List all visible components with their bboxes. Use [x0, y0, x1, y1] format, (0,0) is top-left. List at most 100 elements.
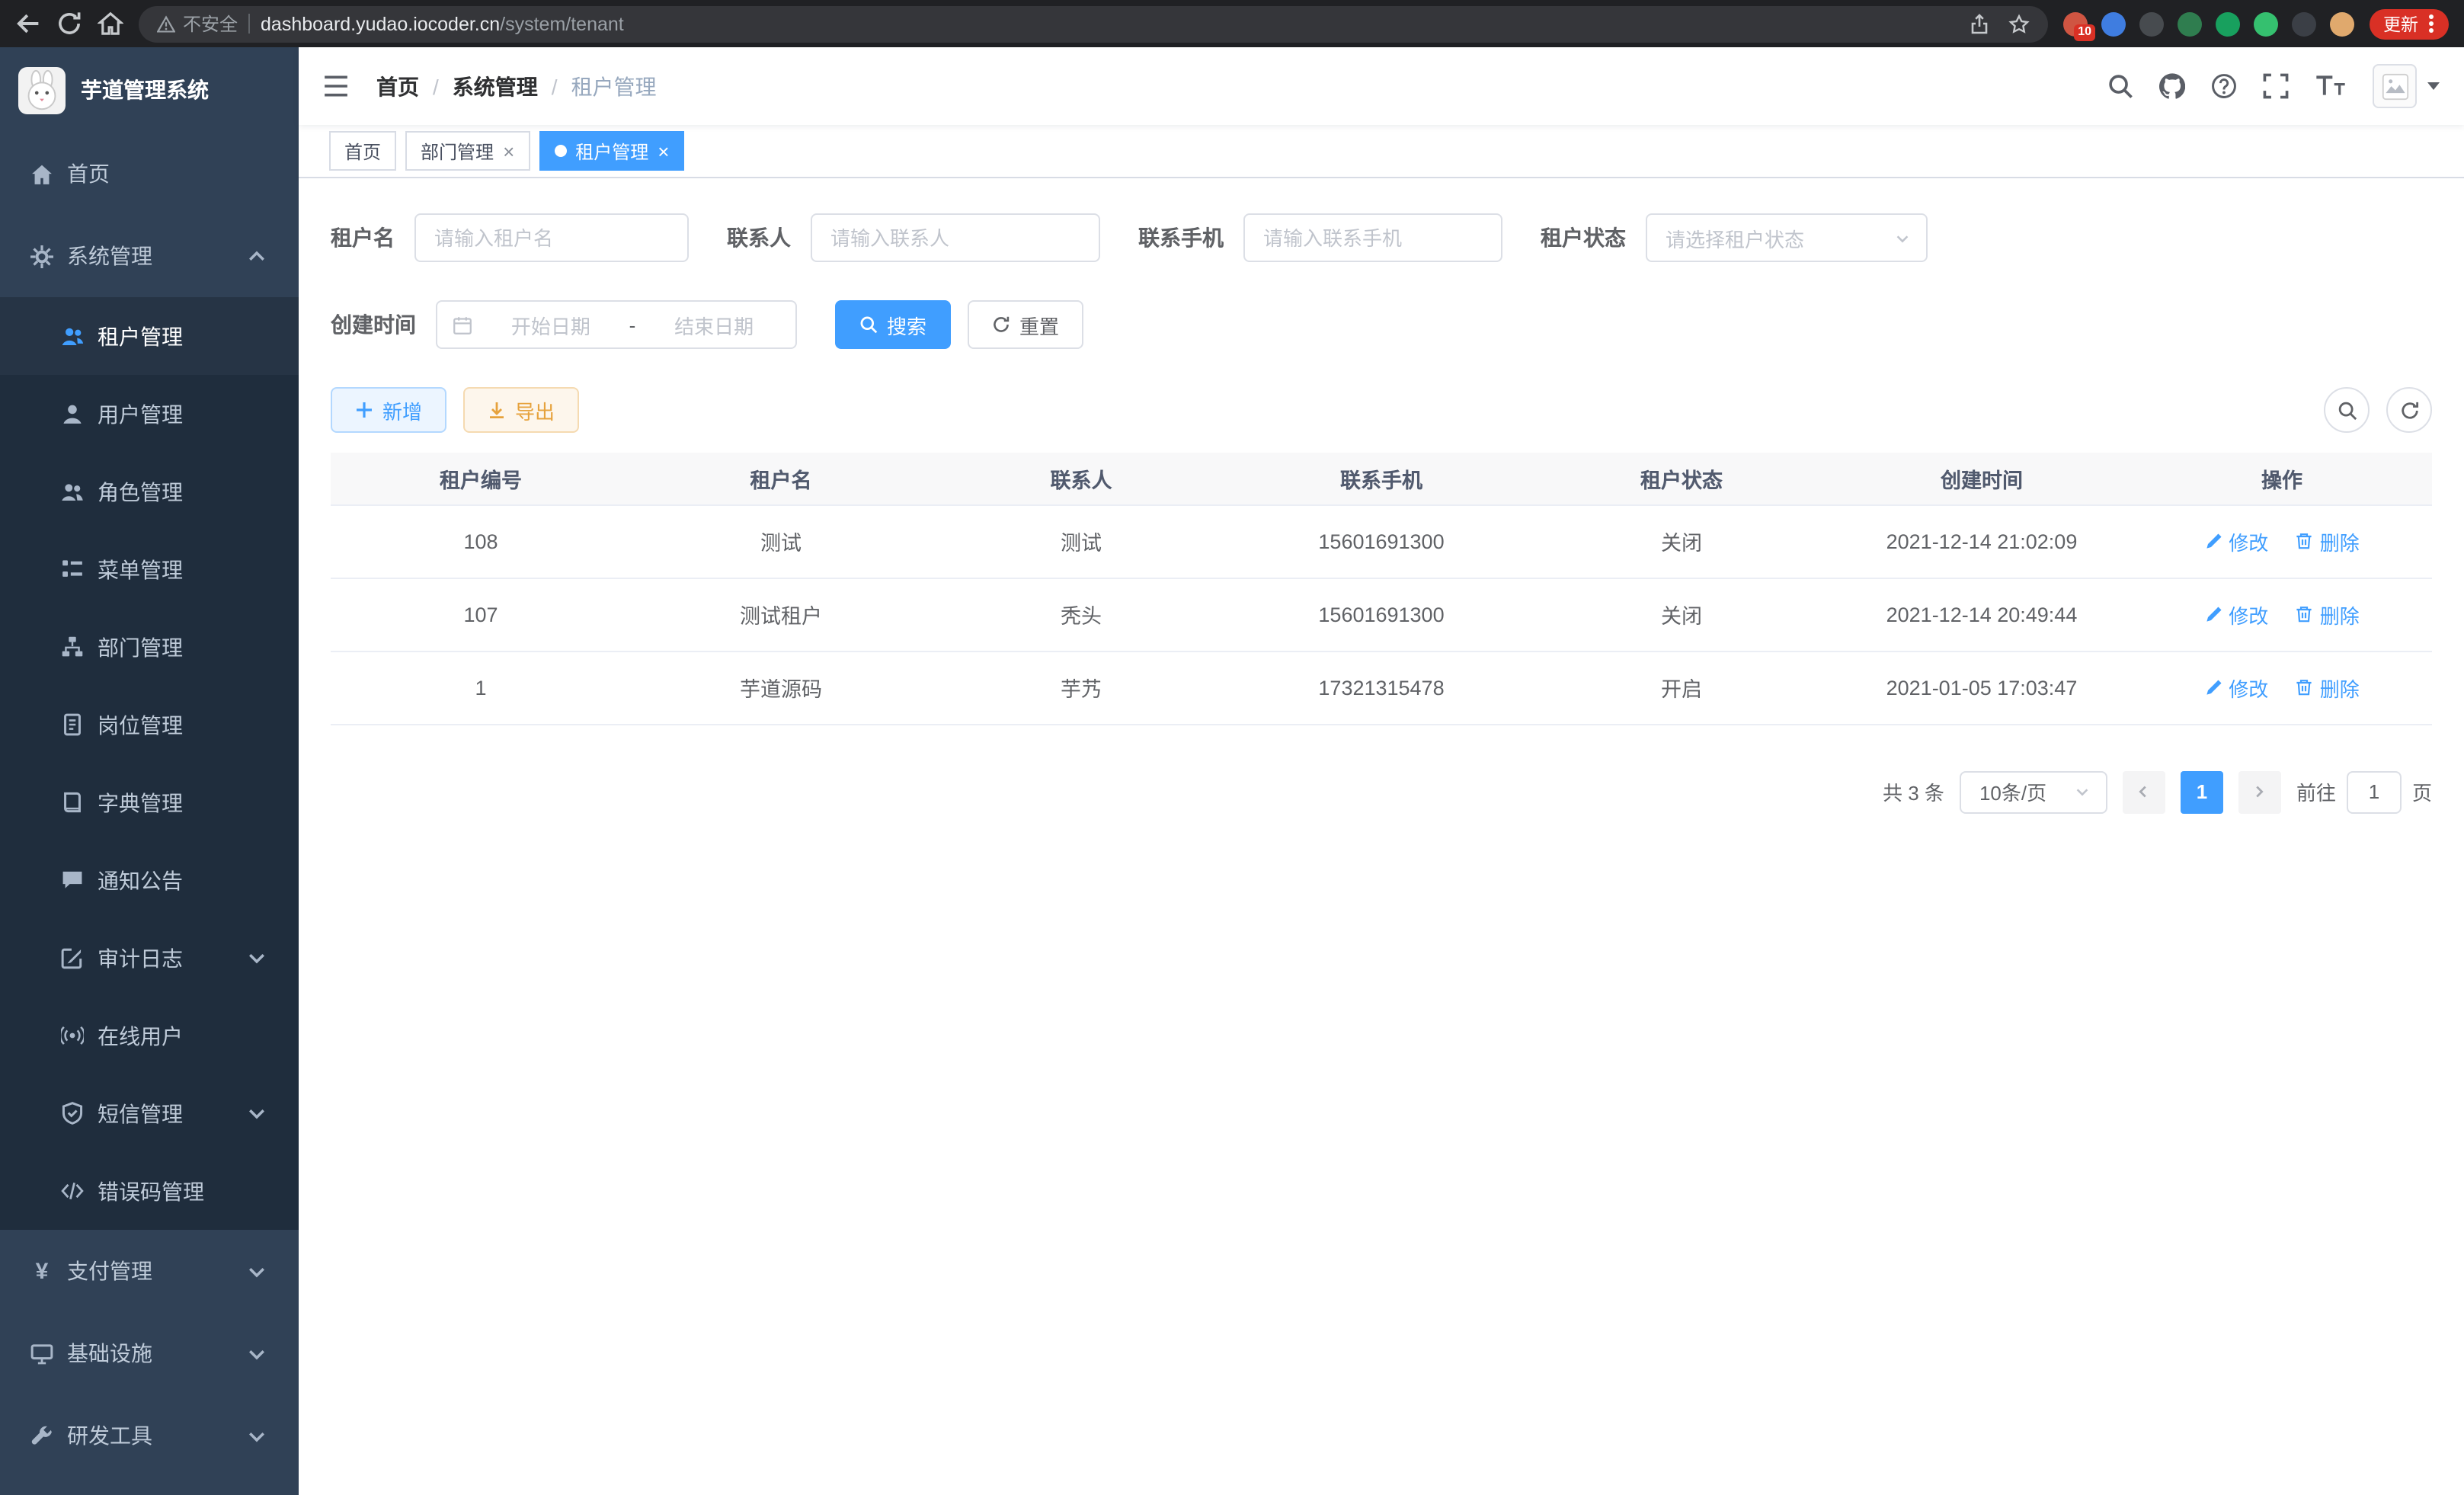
prev-page-button[interactable] — [2123, 770, 2165, 813]
extension-icon-7[interactable] — [2292, 11, 2316, 36]
cell-contact: 测试 — [931, 504, 1231, 578]
mobile-input[interactable] — [1243, 213, 1502, 262]
chrome-update-button[interactable]: 更新 — [2370, 8, 2449, 39]
tag-tenant[interactable]: 租户管理 × — [539, 131, 684, 171]
delete-button[interactable]: 删除 — [2296, 527, 2360, 555]
breadcrumb-home[interactable]: 首页 — [376, 71, 419, 101]
search-icon — [859, 315, 878, 334]
search-button[interactable]: 搜索 — [835, 300, 951, 349]
edit-icon — [2204, 678, 2222, 696]
sidebar-item-devtools[interactable]: 研发工具 — [0, 1394, 299, 1477]
goto-page: 前往 页 — [2296, 770, 2432, 813]
profile-avatar-icon[interactable] — [2330, 11, 2354, 36]
sidebar-item-errorcode[interactable]: 错误码管理 — [0, 1152, 299, 1230]
sidebar-item-dept[interactable]: 部门管理 — [0, 608, 299, 686]
sidebar-item-role[interactable]: 角色管理 — [0, 453, 299, 530]
github-icon[interactable] — [2159, 73, 2185, 99]
sidebar-item-post[interactable]: 岗位管理 — [0, 686, 299, 764]
page-size-select[interactable]: 10条/页 — [1960, 770, 2107, 813]
roles-icon — [61, 480, 84, 503]
chevron-left-icon — [2136, 783, 2152, 800]
tag-dept[interactable]: 部门管理 × — [405, 131, 530, 171]
sidebar-item-system[interactable]: 系统管理 — [0, 215, 299, 297]
help-icon[interactable] — [2211, 73, 2237, 99]
goto-page-input[interactable] — [2347, 770, 2402, 813]
add-button[interactable]: 新增 — [331, 387, 446, 433]
sidebar-item-notice[interactable]: 通知公告 — [0, 841, 299, 919]
field-contact: 联系人 — [727, 213, 1100, 262]
toggle-search-button[interactable] — [2324, 387, 2370, 433]
gear-icon — [30, 245, 53, 267]
extension-icon-2[interactable] — [2101, 11, 2126, 36]
delete-button[interactable]: 删除 — [2296, 673, 2360, 702]
back-icon[interactable] — [15, 11, 41, 37]
edit-button[interactable]: 修改 — [2204, 600, 2268, 629]
sidebar-item-menu[interactable]: 菜单管理 — [0, 530, 299, 608]
refresh-table-button[interactable] — [2386, 387, 2432, 433]
cell-tenant-name: 芋道源码 — [631, 651, 931, 724]
fullscreen-icon[interactable] — [2263, 73, 2289, 99]
reset-button-label: 重置 — [1019, 310, 1059, 339]
column-header-name: 租户名 — [631, 453, 931, 504]
reset-button[interactable]: 重置 — [968, 300, 1083, 349]
sidebar-item-payment[interactable]: ¥ 支付管理 — [0, 1230, 299, 1312]
breadcrumb-system[interactable]: 系统管理 — [453, 71, 538, 101]
cell-tenant-id: 108 — [331, 504, 631, 578]
home-icon[interactable] — [98, 11, 123, 37]
cell-tenant-name: 测试租户 — [631, 578, 931, 651]
bookmark-star-icon[interactable] — [2008, 13, 2030, 34]
book-icon — [61, 791, 84, 814]
extension-icon-5[interactable] — [2216, 11, 2240, 36]
font-size-icon[interactable] — [2315, 73, 2347, 99]
page-number-button[interactable]: 1 — [2181, 770, 2223, 813]
extension-icon-1[interactable]: 10 — [2063, 11, 2088, 36]
url-text[interactable]: dashboard.yudao.iocoder.cn/system/tenant — [261, 13, 1958, 34]
next-page-button[interactable] — [2238, 770, 2281, 813]
sidebar-item-online[interactable]: 在线用户 — [0, 997, 299, 1074]
monitor-icon — [30, 1342, 53, 1365]
viewport: 不安全 dashboard.yudao.iocoder.cn/system/te… — [0, 0, 2464, 1495]
extension-icon-4[interactable] — [2178, 11, 2202, 36]
sidebar-logo[interactable]: 芋道管理系统 — [0, 47, 299, 133]
table-tools — [2324, 387, 2432, 433]
export-button[interactable]: 导出 — [463, 387, 579, 433]
sidebar-item-sms[interactable]: 短信管理 — [0, 1074, 299, 1152]
cell-mobile: 15601691300 — [1231, 578, 1531, 651]
trash-icon — [2296, 605, 2314, 623]
close-icon[interactable]: × — [658, 141, 669, 161]
tenant-status-select[interactable]: 请选择租户状态 — [1646, 213, 1928, 262]
tag-home[interactable]: 首页 — [329, 131, 396, 171]
column-header-created: 创建时间 — [1832, 453, 2132, 504]
browser-menu-icon — [2429, 21, 2434, 26]
security-indicator[interactable]: 不安全 — [157, 11, 238, 37]
edit-button[interactable]: 修改 — [2204, 527, 2268, 555]
sidebar-item-label: 基础设施 — [67, 1338, 152, 1369]
main-area: 首页 / 系统管理 / 租户管理 — [299, 47, 2464, 1495]
add-button-label: 新增 — [382, 395, 422, 424]
sidebar-item-user[interactable]: 用户管理 — [0, 375, 299, 453]
edit-label: 修改 — [2229, 600, 2268, 629]
sidebar-item-auditlog[interactable]: 审计日志 — [0, 919, 299, 997]
cell-created: 2021-01-05 17:03:47 — [1832, 651, 2132, 724]
date-range-picker[interactable]: 开始日期 - 结束日期 — [436, 300, 797, 349]
delete-button[interactable]: 删除 — [2296, 600, 2360, 629]
range-separator: - — [629, 313, 636, 336]
sidebar-item-infra[interactable]: 基础设施 — [0, 1312, 299, 1394]
extension-icon-3[interactable] — [2139, 11, 2164, 36]
hamburger-icon[interactable] — [323, 75, 349, 98]
extension-icon-6[interactable] — [2254, 11, 2278, 36]
search-icon[interactable] — [2107, 73, 2133, 99]
sidebar-item-label: 通知公告 — [98, 865, 183, 895]
sidebar-item-home[interactable]: 首页 — [0, 133, 299, 215]
contact-input[interactable] — [811, 213, 1100, 262]
sidebar-item-label: 首页 — [67, 158, 110, 189]
tenant-name-input[interactable] — [414, 213, 689, 262]
edit-button[interactable]: 修改 — [2204, 673, 2268, 702]
sidebar-item-dict[interactable]: 字典管理 — [0, 764, 299, 841]
address-bar[interactable]: 不安全 dashboard.yudao.iocoder.cn/system/te… — [139, 5, 2048, 42]
refresh-icon[interactable] — [56, 11, 82, 37]
user-menu[interactable] — [2373, 64, 2440, 108]
sidebar-item-tenant[interactable]: 租户管理 — [0, 297, 299, 375]
share-icon[interactable] — [1969, 13, 1990, 34]
close-icon[interactable]: × — [503, 141, 514, 161]
